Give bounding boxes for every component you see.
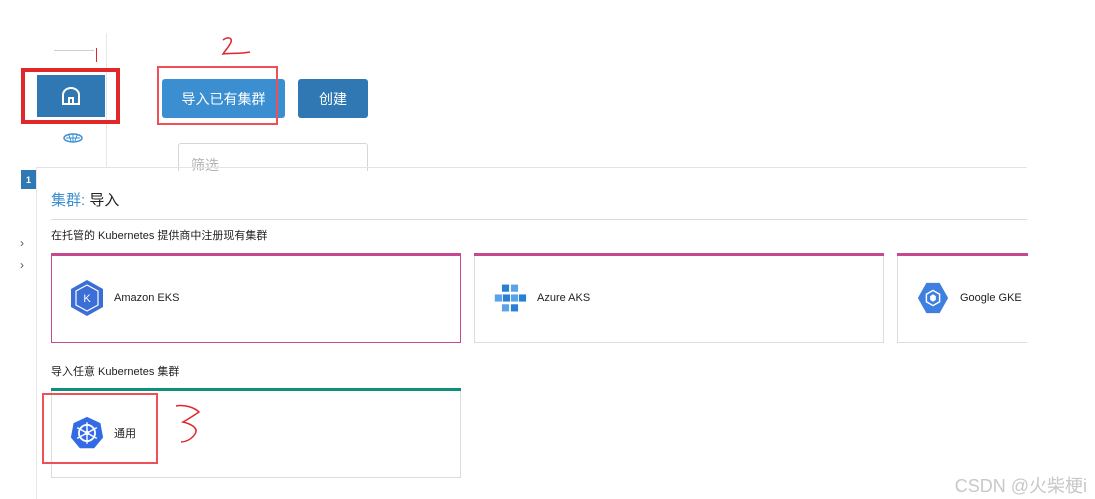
title-action: 导入 — [89, 192, 120, 209]
title-divider — [51, 219, 1027, 220]
step-badge: 1 — [21, 170, 36, 189]
title-prefix: 集群: — [51, 192, 86, 209]
panel-left-border — [36, 167, 37, 499]
azure-aks-icon — [493, 279, 527, 317]
provider-label: Google GKE — [960, 292, 1022, 304]
expand-chevron[interactable]: › — [20, 258, 24, 272]
section-hosted-label: 在托管的 Kubernetes 提供商中注册现有集群 — [51, 230, 268, 242]
page-title: 集群: 导入 — [51, 189, 119, 210]
rail-divider — [54, 50, 94, 51]
helm-wheel-icon[interactable] — [62, 131, 84, 145]
annotation-box-home — [21, 68, 120, 124]
card-accent-bar — [897, 253, 1028, 256]
amazon-eks-icon: K — [70, 279, 104, 317]
google-gke-icon — [916, 279, 950, 317]
provider-label: Azure AKS — [537, 292, 591, 304]
annotation-box-import — [157, 66, 278, 125]
watermark: CSDN @火柴梗i — [954, 476, 1087, 496]
provider-label: Amazon EKS — [114, 292, 180, 304]
annotation-box-generic — [42, 393, 158, 464]
provider-card-azure-aks[interactable]: Azure AKS — [474, 253, 884, 343]
card-accent-bar — [51, 388, 461, 391]
expand-chevron[interactable]: › — [20, 236, 24, 250]
provider-card-google-gke[interactable]: Google GKE — [897, 253, 1028, 343]
annotation-mark-3 — [175, 404, 201, 443]
annotation-mark-2 — [221, 37, 251, 55]
card-accent-bar — [51, 253, 461, 256]
panel-top-border — [36, 167, 1027, 168]
section-generic-label: 导入任意 Kubernetes 集群 — [51, 366, 180, 378]
create-cluster-button[interactable]: 创建 — [298, 79, 368, 118]
svg-text:K: K — [83, 293, 91, 305]
card-accent-bar — [474, 253, 884, 256]
annotation-tick — [96, 48, 97, 62]
provider-card-amazon-eks[interactable]: K Amazon EKS — [51, 253, 461, 343]
